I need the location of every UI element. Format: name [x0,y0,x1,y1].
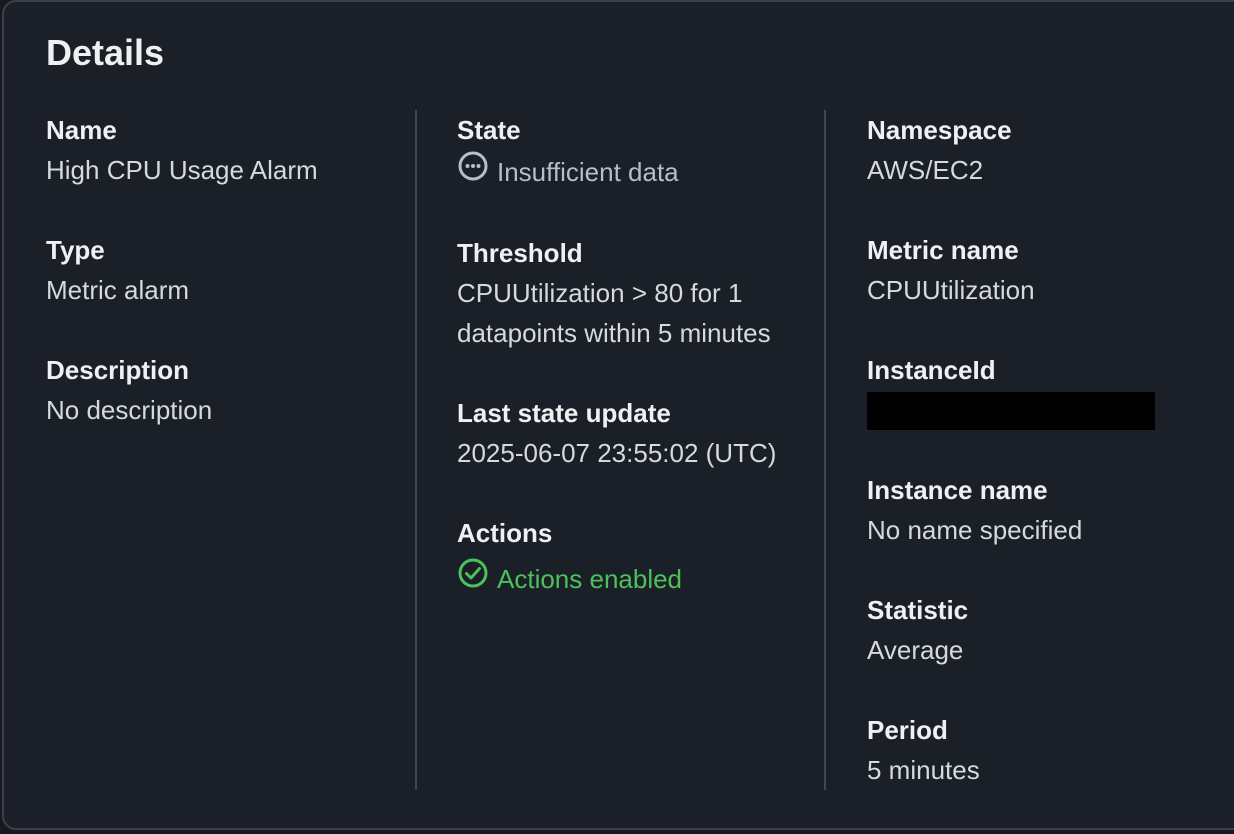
field-description: Description No description [46,350,386,430]
field-label: Actions [457,518,553,548]
field-label: Metric name [867,235,1019,265]
field-period: Period 5 minutes [867,710,1207,790]
ellipsis-circle-icon [457,150,489,193]
actions-value: Actions enabled [497,563,683,594]
field-label: Threshold [457,238,583,268]
instance-name-value: No name specified [867,515,1083,545]
field-label: Statistic [867,595,969,625]
field-label: Description [46,355,190,385]
field-label: Instance name [867,475,1048,505]
details-column-1: Name High CPU Usage Alarm Type Metric al… [46,110,386,470]
field-label: Namespace [867,115,1012,145]
actions-status: Actions enabled [457,557,797,600]
field-label: State [457,115,521,145]
last-state-update-value: 2025-06-07 23:55:02 (UTC) [457,438,777,468]
column-divider [824,110,826,790]
field-statistic: Statistic Average [867,590,1207,670]
metric-name-value: CPUUtilization [867,275,1035,305]
period-value: 5 minutes [867,755,980,785]
column-divider [415,110,417,790]
field-name: Name High CPU Usage Alarm [46,110,386,190]
alarm-type-value: Metric alarm [46,275,190,305]
field-instance-id: InstanceId [867,350,1207,430]
field-label: InstanceId [867,355,996,385]
details-column-2: State Insufficient data Threshold CPUUti… [457,110,797,640]
field-actions: Actions Actions enabled [457,513,797,600]
field-threshold: Threshold CPUUtilization > 80 for 1 data… [457,233,797,353]
field-label: Last state update [457,398,671,428]
details-column-3: Namespace AWS/EC2 Metric name CPUUtiliza… [867,110,1207,830]
field-state: State Insufficient data [457,110,797,193]
field-label: Period [867,715,948,745]
check-circle-icon [457,557,489,600]
field-label: Name [46,115,117,145]
field-instance-name: Instance name No name specified [867,470,1207,550]
details-panel: Details Name High CPU Usage Alarm Type M… [2,0,1234,830]
redacted-instance-id [867,392,1155,430]
field-type: Type Metric alarm [46,230,386,310]
namespace-value: AWS/EC2 [867,155,984,185]
threshold-value: CPUUtilization > 80 for 1 datapoints wit… [457,278,771,348]
description-value: No description [46,395,213,425]
field-metric-name: Metric name CPUUtilization [867,230,1207,310]
field-last-state-update: Last state update 2025-06-07 23:55:02 (U… [457,393,797,473]
panel-title: Details [46,32,165,73]
state-value: Insufficient data [497,156,679,187]
statistic-value: Average [867,635,964,665]
state-status: Insufficient data [457,150,797,193]
field-label: Type [46,235,105,265]
field-namespace: Namespace AWS/EC2 [867,110,1207,190]
alarm-name-value: High CPU Usage Alarm [46,155,318,185]
